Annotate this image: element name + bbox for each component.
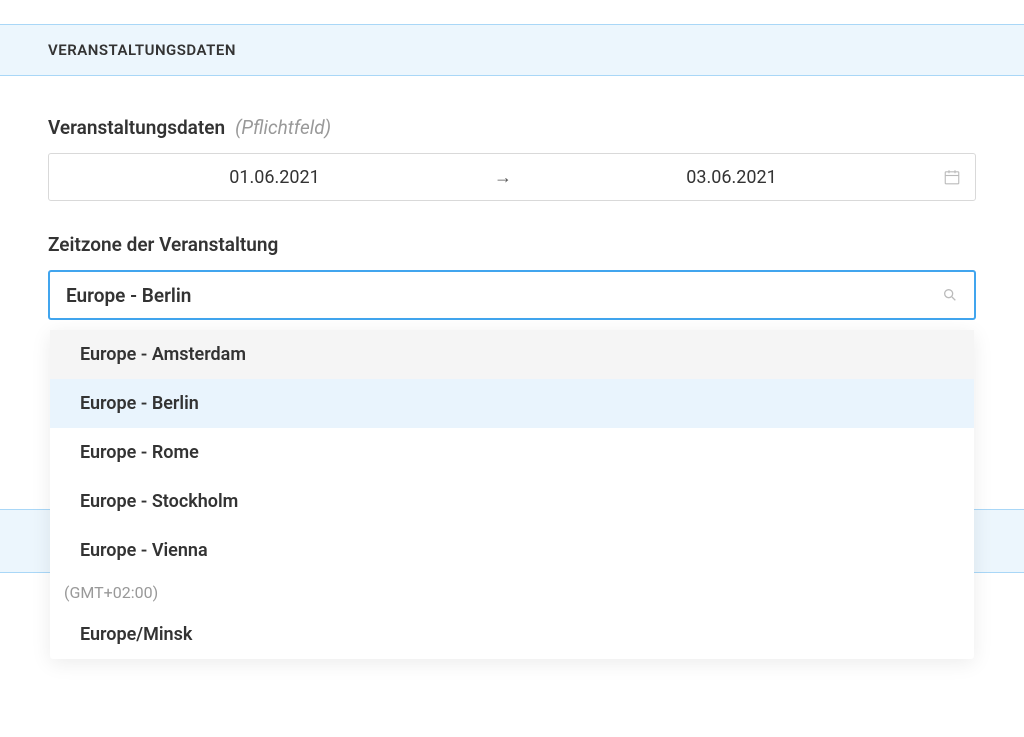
- dropdown-group-label: (GMT+02:00): [50, 575, 974, 610]
- start-date-input[interactable]: 01.06.2021: [63, 157, 486, 198]
- dropdown-option[interactable]: Europe - Stockholm: [50, 477, 974, 526]
- dropdown-option[interactable]: Europe - Vienna: [50, 526, 974, 575]
- section-title: VERANSTALTUNGSDATEN: [48, 41, 976, 59]
- timezone-label: Zeitzone der Veranstaltung: [48, 233, 976, 256]
- date-range-picker[interactable]: 01.06.2021 → 03.06.2021: [48, 153, 976, 201]
- calendar-icon[interactable]: [943, 168, 961, 186]
- dropdown-option[interactable]: Europe - Rome: [50, 428, 974, 477]
- dropdown-option[interactable]: Europe/Minsk: [50, 610, 974, 659]
- form-content: Veranstaltungsdaten (Pflichtfeld) 01.06.…: [0, 76, 1024, 320]
- search-icon: [942, 287, 958, 303]
- dates-hint: (Pflichtfeld): [235, 116, 331, 139]
- dropdown-option[interactable]: Europe - Berlin: [50, 379, 974, 428]
- dates-label: Veranstaltungsdaten: [48, 116, 225, 139]
- timezone-dropdown: Europe - Amsterdam Europe - Berlin Europ…: [50, 330, 974, 659]
- dropdown-option[interactable]: Europe - Amsterdam: [50, 330, 974, 379]
- timezone-select[interactable]: Europe - Berlin: [48, 270, 976, 320]
- section-header: VERANSTALTUNGSDATEN: [0, 24, 1024, 76]
- timezone-select-wrap: Europe - Berlin Europe - Amsterdam Europ…: [48, 270, 976, 320]
- end-date-input[interactable]: 03.06.2021: [520, 157, 943, 198]
- timezone-selected-value: Europe - Berlin: [66, 284, 191, 307]
- arrow-right-icon: →: [486, 167, 520, 188]
- dates-label-row: Veranstaltungsdaten (Pflichtfeld): [48, 116, 976, 139]
